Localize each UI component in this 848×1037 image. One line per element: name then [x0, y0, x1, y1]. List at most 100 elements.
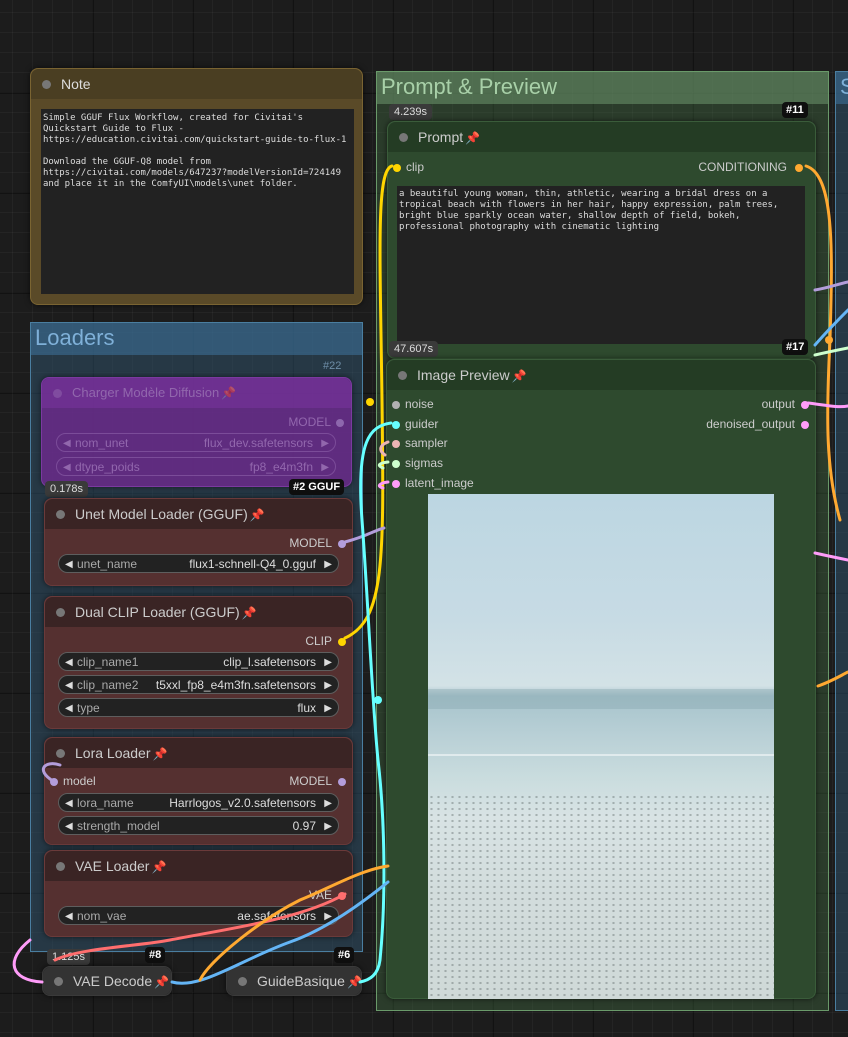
- widget-label: nom_vae: [77, 909, 127, 923]
- arrow-left-icon[interactable]: ◀: [65, 699, 73, 718]
- guider-socket-icon[interactable]: [392, 421, 400, 429]
- slot-label: sigmas: [405, 456, 444, 470]
- lora-name-widget[interactable]: ◀ lora_name Harrlogos_v2.0.safetensors ▶: [58, 793, 339, 812]
- prompt-textarea[interactable]: a beautiful young woman, thin, athletic,…: [397, 186, 805, 344]
- input-slot-noise[interactable]: noise: [392, 397, 434, 411]
- output-slot-conditioning[interactable]: CONDITIONING: [698, 160, 803, 174]
- model-socket-icon[interactable]: [338, 540, 346, 548]
- charger-modele-diffusion-node[interactable]: Charger Modèle Diffusion 📌 MODEL ◀ nom_un…: [41, 377, 352, 487]
- nom-vae-widget[interactable]: ◀ nom_vae ae.safetensors ▶: [58, 906, 339, 925]
- output-socket-icon[interactable]: [801, 401, 809, 409]
- slot-label: MODEL: [289, 536, 332, 550]
- output-slot-model[interactable]: MODEL: [289, 774, 346, 788]
- collapse-dot-icon[interactable]: [56, 510, 65, 519]
- sampler-socket-icon[interactable]: [392, 440, 400, 448]
- timing-badge: 0.178s: [45, 481, 89, 497]
- model-socket-icon[interactable]: [338, 778, 346, 786]
- collapse-dot-icon[interactable]: [238, 977, 247, 986]
- image-preview-node[interactable]: Image Preview 📌 noise guider sampler sigm…: [386, 359, 816, 999]
- clip-socket-icon[interactable]: [393, 164, 401, 172]
- collapse-dot-icon[interactable]: [56, 608, 65, 617]
- clip-socket-icon[interactable]: [338, 638, 346, 646]
- clip-name1-widget[interactable]: ◀ clip_name1 clip_l.safetensors ▶: [58, 652, 339, 671]
- timing-badge: 4.239s: [389, 104, 433, 120]
- collapse-dot-icon[interactable]: [42, 80, 51, 89]
- arrow-right-icon[interactable]: ▶: [324, 817, 332, 836]
- input-slot-clip[interactable]: clip: [393, 160, 425, 174]
- timing-badge: 47.607s: [389, 341, 439, 357]
- arrow-left-icon[interactable]: ◀: [65, 555, 73, 574]
- latent-socket-icon[interactable]: [392, 480, 400, 488]
- vae-decode-node[interactable]: VAE Decode 📌: [42, 966, 172, 996]
- node-header[interactable]: Unet Model Loader (GGUF) 📌: [45, 499, 352, 529]
- collapse-dot-icon[interactable]: [56, 862, 65, 871]
- arrow-left-icon[interactable]: ◀: [63, 458, 71, 477]
- vae-socket-icon[interactable]: [338, 892, 346, 900]
- arrow-left-icon[interactable]: ◀: [65, 653, 73, 672]
- dtype-poids-widget[interactable]: ◀ dtype_poids fp8_e4m3fn ▶: [56, 457, 336, 476]
- prompt-node[interactable]: Prompt 📌 clip CONDITIONING a beautiful yo…: [387, 121, 816, 359]
- arrow-right-icon[interactable]: ▶: [324, 907, 332, 926]
- arrow-right-icon[interactable]: ▶: [321, 434, 329, 453]
- arrow-right-icon[interactable]: ▶: [324, 676, 332, 695]
- arrow-left-icon[interactable]: ◀: [65, 907, 73, 926]
- output-slot-output[interactable]: output: [762, 397, 809, 411]
- model-socket-icon[interactable]: [336, 419, 344, 427]
- arrow-left-icon[interactable]: ◀: [65, 676, 73, 695]
- node-header[interactable]: GuideBasique 📌: [227, 967, 362, 995]
- dual-clip-loader-node[interactable]: Dual CLIP Loader (GGUF) 📌 CLIP ◀ clip_nam…: [44, 596, 353, 729]
- clip-name2-widget[interactable]: ◀ clip_name2 t5xxl_fp8_e4m3fn.safetensor…: [58, 675, 339, 694]
- unet-name-widget[interactable]: ◀ unet_name flux1-schnell-Q4_0.gguf ▶: [58, 554, 339, 573]
- output-slot-vae[interactable]: VAE: [309, 888, 346, 902]
- noise-socket-icon[interactable]: [392, 401, 400, 409]
- arrow-right-icon[interactable]: ▶: [324, 699, 332, 718]
- reroute-dot[interactable]: [366, 398, 374, 406]
- input-slot-model[interactable]: model: [50, 774, 96, 788]
- arrow-left-icon[interactable]: ◀: [63, 434, 71, 453]
- collapse-dot-icon[interactable]: [56, 749, 65, 758]
- group-right-edge[interactable]: S: [835, 71, 848, 1011]
- arrow-left-icon[interactable]: ◀: [65, 794, 73, 813]
- node-header[interactable]: Dual CLIP Loader (GGUF) 📌: [45, 597, 352, 627]
- node-header[interactable]: VAE Decode 📌: [43, 967, 171, 995]
- collapse-dot-icon[interactable]: [398, 371, 407, 380]
- nom-unet-widget[interactable]: ◀ nom_unet flux_dev.safetensors ▶: [56, 433, 336, 452]
- collapse-dot-icon[interactable]: [54, 977, 63, 986]
- node-header[interactable]: Charger Modèle Diffusion 📌: [42, 378, 351, 408]
- type-widget[interactable]: ◀ type flux ▶: [58, 698, 339, 717]
- arrow-right-icon[interactable]: ▶: [324, 794, 332, 813]
- arrow-right-icon[interactable]: ▶: [321, 458, 329, 477]
- sigmas-socket-icon[interactable]: [392, 460, 400, 468]
- input-slot-guider[interactable]: guider: [392, 417, 438, 431]
- unet-model-loader-node[interactable]: Unet Model Loader (GGUF) 📌 MODEL ◀ unet_n…: [44, 498, 353, 586]
- input-slot-latent-image[interactable]: latent_image: [392, 476, 474, 490]
- input-slot-sigmas[interactable]: sigmas: [392, 456, 444, 470]
- input-slot-sampler[interactable]: sampler: [392, 436, 448, 450]
- output-slot-clip[interactable]: CLIP: [305, 634, 346, 648]
- node-header[interactable]: Note: [31, 69, 362, 99]
- preview-image: [428, 494, 774, 999]
- vae-loader-node[interactable]: VAE Loader 📌 VAE ◀ nom_vae ae.safetensors…: [44, 850, 353, 937]
- output-socket-icon[interactable]: [801, 421, 809, 429]
- conditioning-socket-icon[interactable]: [795, 164, 803, 172]
- output-slot-denoised-output[interactable]: denoised_output: [706, 417, 809, 431]
- node-header[interactable]: Prompt 📌: [388, 122, 815, 152]
- arrow-right-icon[interactable]: ▶: [324, 555, 332, 574]
- slot-label: clip: [406, 160, 425, 174]
- output-slot-model[interactable]: MODEL: [289, 536, 346, 550]
- node-header[interactable]: Lora Loader 📌: [45, 738, 352, 768]
- arrow-right-icon[interactable]: ▶: [324, 653, 332, 672]
- strength-model-widget[interactable]: ◀ strength_model 0.97 ▶: [58, 816, 339, 835]
- lora-loader-node[interactable]: Lora Loader 📌 model MODEL ◀ lora_name Har…: [44, 737, 353, 845]
- note-node[interactable]: Note Simple GGUF Flux Workflow, created …: [30, 68, 363, 305]
- model-socket-icon[interactable]: [50, 778, 58, 786]
- arrow-left-icon[interactable]: ◀: [65, 817, 73, 836]
- node-header[interactable]: VAE Loader 📌: [45, 851, 352, 881]
- collapse-dot-icon[interactable]: [53, 389, 62, 398]
- node-title: Unet Model Loader (GGUF): [75, 506, 248, 522]
- guide-basique-node[interactable]: GuideBasique 📌: [226, 966, 362, 996]
- output-slot-model[interactable]: MODEL: [288, 415, 344, 429]
- collapse-dot-icon[interactable]: [399, 133, 408, 142]
- note-textarea[interactable]: Simple GGUF Flux Workflow, created for C…: [41, 109, 354, 294]
- node-header[interactable]: Image Preview 📌: [387, 360, 815, 390]
